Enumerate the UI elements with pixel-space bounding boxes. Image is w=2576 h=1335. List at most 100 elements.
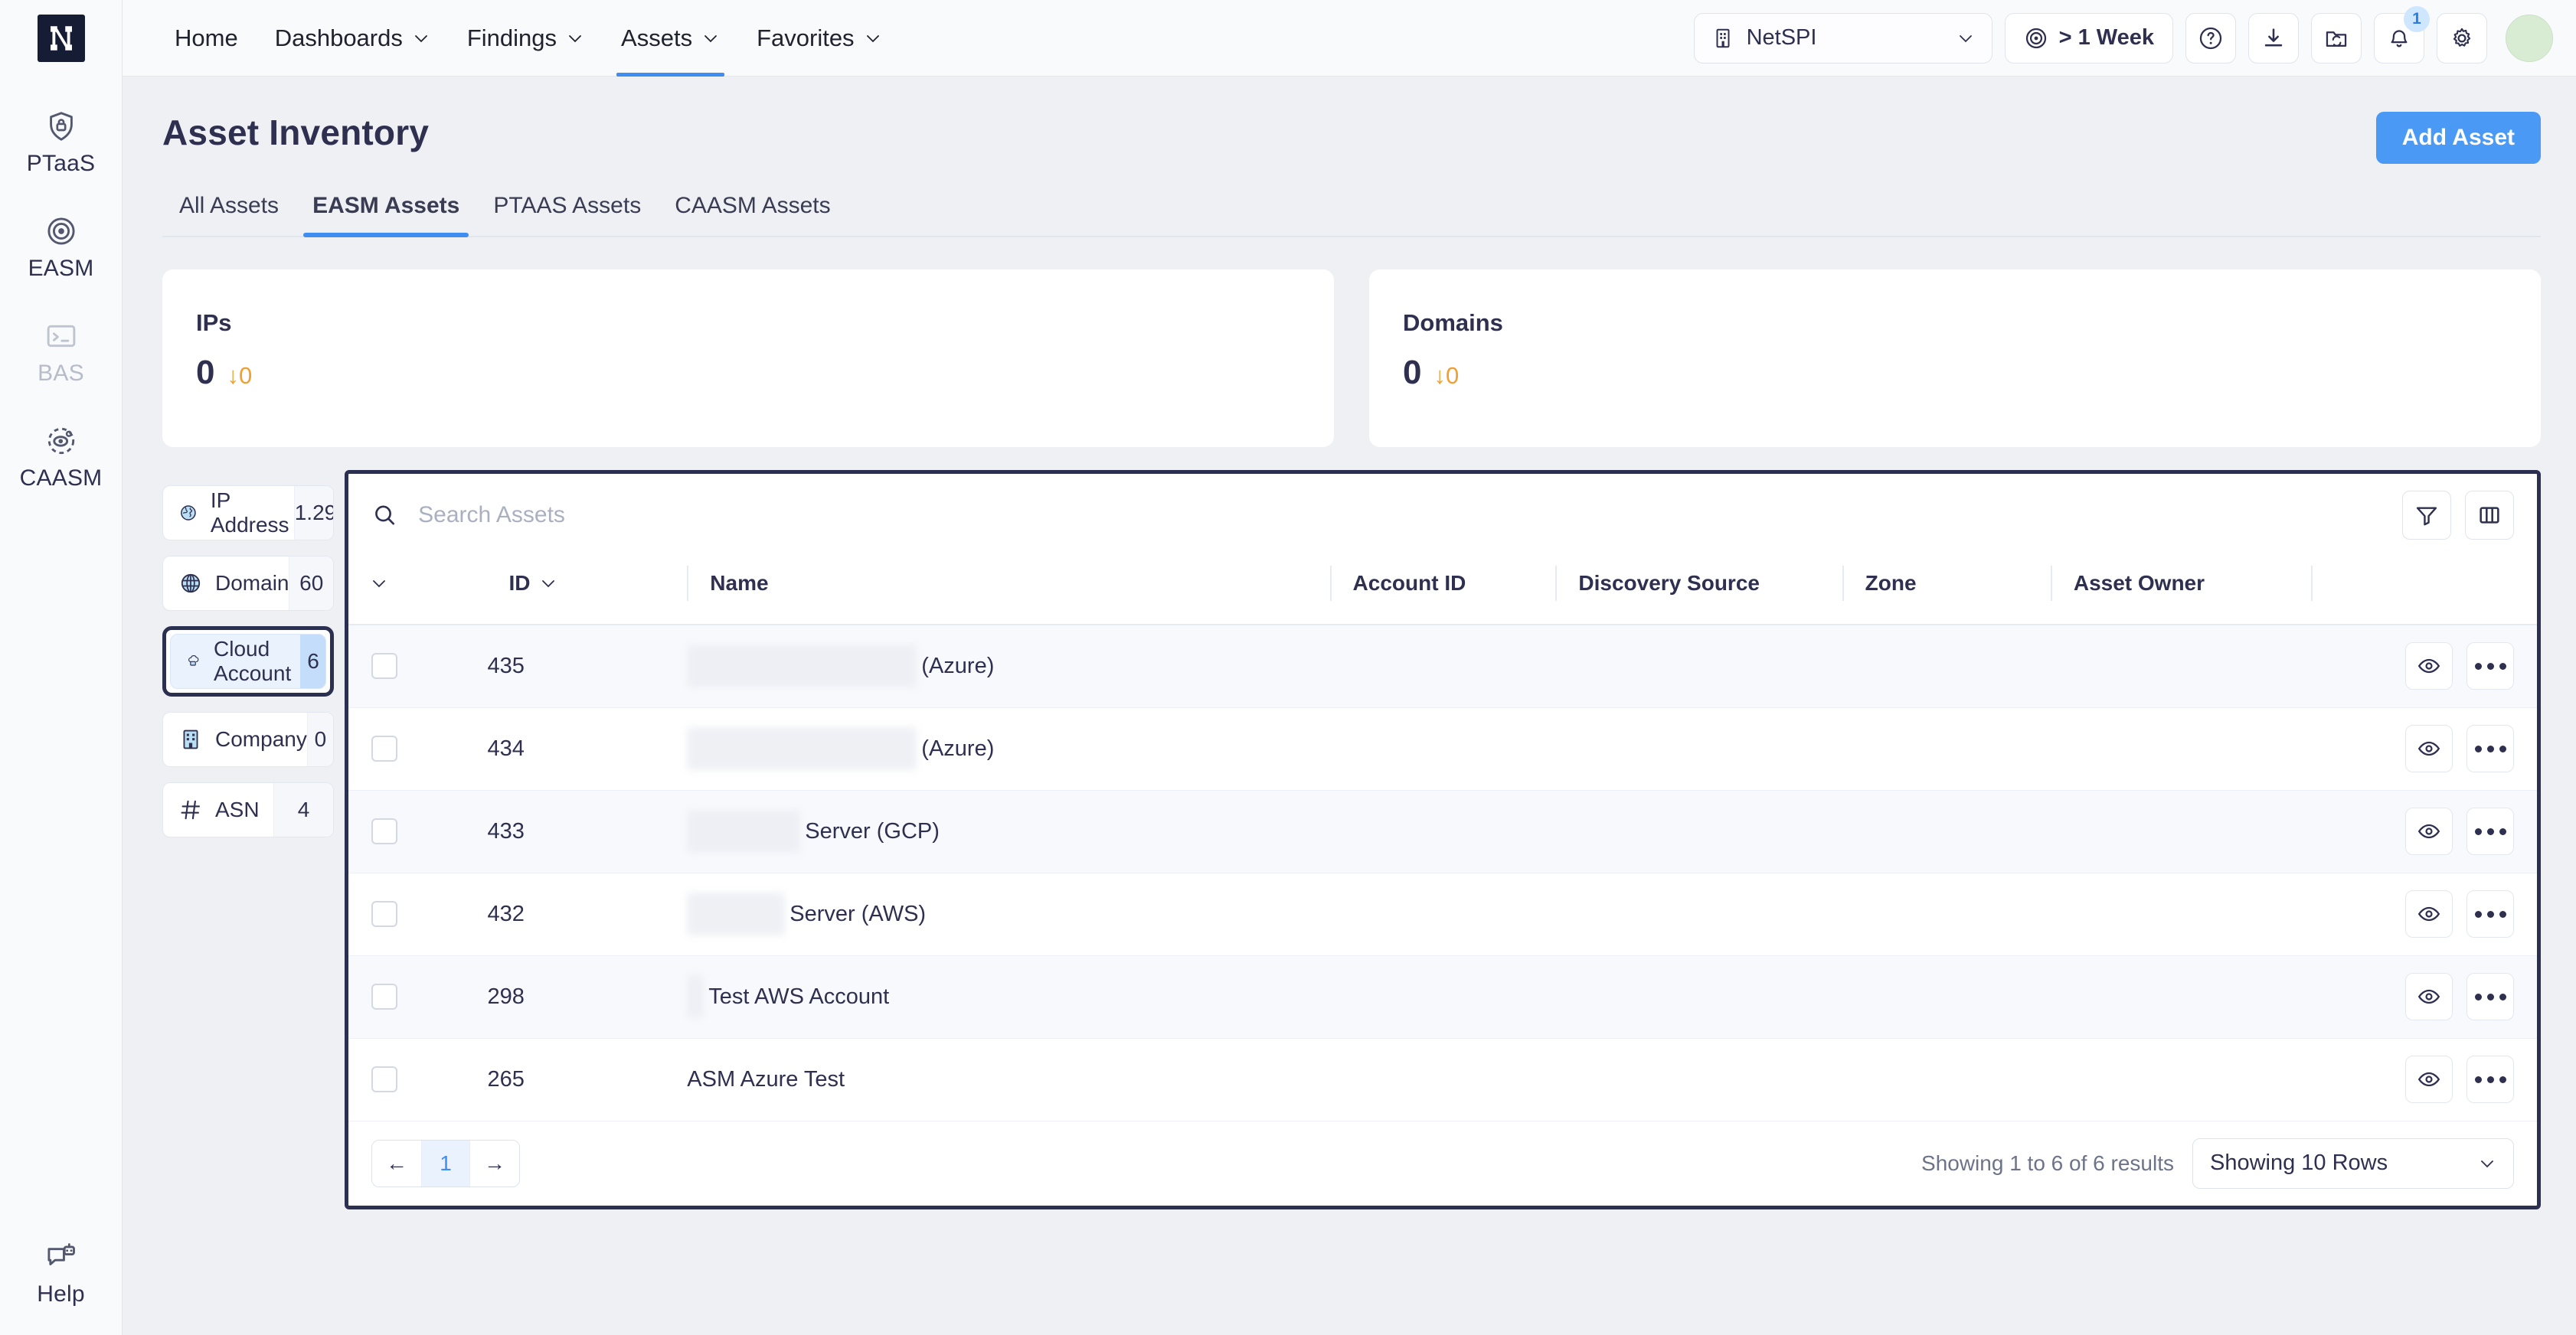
th-inner (2311, 566, 2537, 601)
sidebar-item-ptaas[interactable]: PTaaS (0, 109, 123, 177)
view-button[interactable] (2405, 1056, 2453, 1103)
name-cell: Server (AWS) (687, 893, 1329, 935)
folder-refresh-icon (2326, 31, 2347, 47)
org-selector[interactable]: NetSPI (1693, 12, 1992, 64)
nav-item-favorites[interactable]: Favorites (738, 0, 900, 77)
row-checkbox[interactable] (371, 818, 397, 844)
sidebar-item-caasm[interactable]: CAASM (0, 423, 123, 491)
more-button[interactable] (2466, 1056, 2514, 1103)
cell-discovery-source (1555, 873, 1842, 956)
nav-item-assets[interactable]: Assets (603, 0, 738, 77)
more-button[interactable] (2466, 808, 2514, 855)
search-input[interactable] (418, 502, 2402, 528)
more-button[interactable] (2466, 725, 2514, 772)
row-checkbox[interactable] (371, 901, 397, 927)
table-row[interactable]: 432 Server (AWS) (348, 873, 2537, 956)
timeframe-button[interactable]: > 1 Week (2004, 12, 2173, 64)
kpi-card-domains: Domains 0 ↓0 (1369, 269, 2541, 447)
table-row[interactable]: 433 Server (GCP) (348, 790, 2537, 873)
target-icon (47, 217, 75, 245)
table-row[interactable]: 434 (Azure) (348, 707, 2537, 791)
table-row[interactable]: 298 Test AWS Account (348, 955, 2537, 1039)
view-button[interactable] (2405, 890, 2453, 938)
sidebar-item-help[interactable]: Help (0, 1239, 123, 1307)
timeframe-label: > 1 Week (2058, 25, 2154, 50)
cell-account-id (1329, 955, 1556, 1039)
tab-easm-assets[interactable]: EASM Assets (296, 193, 476, 237)
assets-table-panel: ID Name (345, 470, 2541, 1209)
more-button[interactable] (2466, 642, 2514, 690)
download-button[interactable] (2248, 12, 2299, 64)
kpi-label: IPs (196, 309, 232, 336)
columns-button[interactable] (2465, 491, 2514, 540)
page-prev-button[interactable]: ← (372, 1140, 421, 1186)
netspi-logo[interactable] (37, 14, 85, 62)
cell-zone (1842, 707, 2051, 791)
asset-tabs: All Assets EASM Assets PTAAS Assets CAAS… (162, 193, 2541, 237)
cell-discovery-source (1555, 625, 1842, 708)
tab-all-assets[interactable]: All Assets (162, 193, 296, 236)
kpi-delta: ↓0 (1433, 362, 1460, 389)
search-icon (375, 505, 395, 525)
table-row[interactable]: 265 ASM Azure Test (348, 1038, 2537, 1121)
th-asset-owner[interactable]: Asset Owner (2050, 557, 2312, 625)
th-select-all[interactable] (348, 557, 488, 625)
more-button[interactable] (2466, 973, 2514, 1020)
filter-button[interactable] (2402, 491, 2451, 540)
row-checkbox[interactable] (371, 736, 397, 762)
th-account-id[interactable]: Account ID (1329, 557, 1556, 625)
cell-asset-owner (2050, 955, 2312, 1039)
tab-caasm-assets[interactable]: CAASM Assets (658, 193, 847, 236)
cell-id: 298 (487, 955, 688, 1039)
th-inner: Zone (1842, 566, 2051, 601)
top-header: Home Dashboards Findings Assets Favorite… (0, 0, 2576, 77)
facet-cloud-account[interactable]: Cloud Account 6 (170, 634, 326, 689)
facet-count: 1.29k (293, 486, 333, 540)
facet-domain[interactable]: Domain 60 (162, 556, 334, 611)
th-zone[interactable]: Zone (1842, 557, 2051, 625)
sidebar-item-label: EASM (28, 256, 94, 281)
more-icon (2474, 910, 2506, 918)
nav-item-dashboards[interactable]: Dashboards (257, 0, 449, 77)
notification-badge: 1 (2404, 5, 2430, 32)
row-checkbox[interactable] (371, 984, 397, 1010)
rows-per-page-select[interactable]: Showing 10 Rows (2192, 1138, 2514, 1189)
tab-ptaas-assets[interactable]: PTAAS Assets (476, 193, 658, 236)
help-button[interactable] (2185, 12, 2236, 64)
nav-item-home[interactable]: Home (156, 0, 257, 77)
globe-americas-icon (181, 505, 196, 521)
cell-discovery-source (1555, 955, 1842, 1039)
row-checkbox[interactable] (371, 1066, 397, 1092)
row-checkbox[interactable] (371, 653, 397, 680)
inventory-section: IP Address 1.29k Domain (162, 470, 2541, 1209)
sync-folder-button[interactable] (2311, 12, 2362, 64)
more-icon (2474, 1076, 2506, 1083)
facet-asn[interactable]: ASN 4 (162, 782, 334, 837)
cell-zone (1842, 625, 2051, 708)
facet-ip-address[interactable]: IP Address 1.29k (162, 485, 334, 540)
avatar[interactable] (2506, 14, 2553, 62)
redacted-name (687, 645, 917, 688)
assets-table: ID Name Account ID Discovery Source Zone… (348, 557, 2537, 1121)
more-button[interactable] (2466, 890, 2514, 938)
notifications-button[interactable]: 1 (2374, 5, 2430, 64)
page-next-button[interactable]: → (470, 1140, 519, 1186)
page-number-1[interactable]: 1 (421, 1140, 470, 1186)
sidebar-item-easm[interactable]: EASM (0, 214, 123, 282)
facet-main: Domain (163, 557, 289, 610)
th-name[interactable]: Name (687, 557, 1330, 625)
table-row[interactable]: 435 (Azure) (348, 625, 2537, 708)
view-button[interactable] (2405, 725, 2453, 772)
view-button[interactable] (2405, 973, 2453, 1020)
target-icon (2025, 28, 2046, 48)
settings-button[interactable] (2437, 12, 2487, 64)
facet-company[interactable]: Company 0 (162, 712, 334, 767)
nav-item-findings[interactable]: Findings (449, 0, 603, 77)
kpi-row: 0 ↓0 (196, 354, 1334, 392)
th-discovery-source[interactable]: Discovery Source (1555, 557, 1842, 625)
th-id[interactable]: ID (487, 557, 688, 625)
add-asset-button[interactable]: Add Asset (2375, 112, 2541, 164)
view-button[interactable] (2405, 808, 2453, 855)
main-nav: Home Dashboards Findings Assets Favorite… (123, 0, 901, 77)
view-button[interactable] (2405, 642, 2453, 690)
